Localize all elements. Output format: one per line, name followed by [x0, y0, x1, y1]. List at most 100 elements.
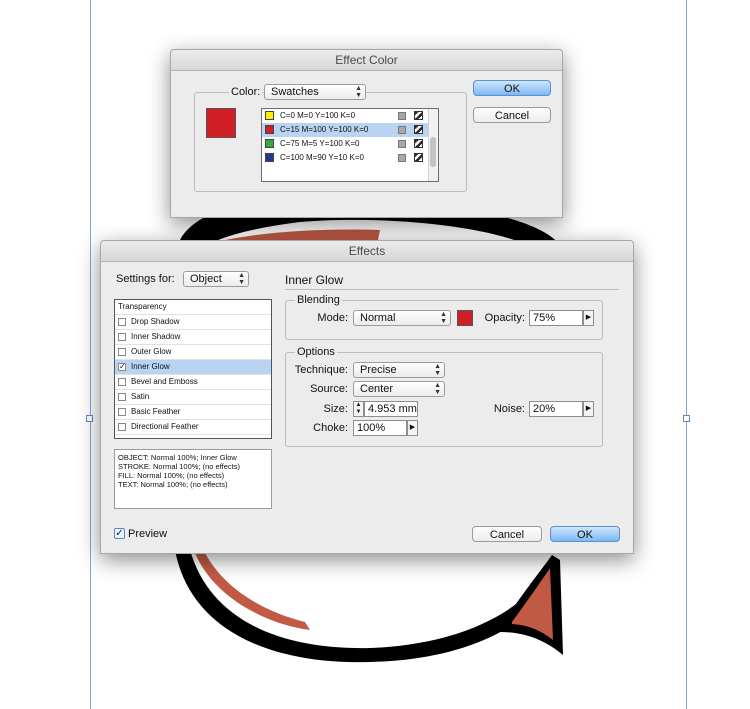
preview-checkbox[interactable]: ✓ [114, 528, 125, 539]
effect-color-cancel-button[interactable]: Cancel [473, 107, 551, 123]
opacity-label: Opacity: [484, 312, 525, 324]
checkmark-icon: ✓ [115, 528, 124, 539]
summary-line: STROKE: Normal 100%; (no effects) [118, 462, 240, 471]
effects-list-header[interactable]: Transparency [115, 300, 271, 315]
color-type-icon [398, 112, 406, 120]
popup-arrows-icon: ▲ ▼ [355, 85, 362, 99]
choke-arrow-icon[interactable]: ▶ [407, 420, 418, 436]
effect-item[interactable]: Directional Feather [115, 420, 271, 435]
artwork-bowl[interactable] [175, 550, 560, 663]
size-field[interactable]: 4.953 mm [364, 401, 418, 417]
swatch-scrollbar[interactable] [428, 109, 438, 181]
effect-label: Bevel and Emboss [131, 377, 198, 386]
effect-color-ok-button[interactable]: OK [473, 80, 551, 96]
effect-label: Gradient Feather [131, 435, 191, 438]
effect-checkbox[interactable]: ✓ [118, 363, 126, 371]
effect-item[interactable]: Inner Shadow [115, 330, 271, 345]
choke-label: Choke: [313, 422, 348, 434]
swatch-row[interactable]: C=0 M=0 Y=100 K=0 [262, 109, 438, 123]
effect-item[interactable]: Bevel and Emboss [115, 375, 271, 390]
color-type-icon [398, 154, 406, 162]
mode-popup[interactable]: Normal ▲ ▼ [353, 310, 451, 326]
effect-checkbox[interactable] [118, 348, 126, 356]
effect-checkbox[interactable] [118, 393, 126, 401]
summary-line: FILL: Normal 100%; (no effects) [118, 471, 225, 480]
effects-dialog: Effects Settings for: Object ▲ ▼ Transpar… [100, 240, 634, 554]
noise-field[interactable]: 20% [529, 401, 583, 417]
swatch-row[interactable]: C=15 M=100 Y=100 K=0 [262, 123, 438, 137]
effect-checkbox[interactable] [118, 438, 126, 439]
color-mode-icon [414, 139, 423, 148]
settings-for-value: Object [190, 273, 222, 285]
popup-arrows-icon: ▲ ▼ [238, 272, 245, 286]
size-label: Size: [323, 403, 348, 415]
settings-for-label: Settings for: [116, 273, 175, 285]
summary-line: TEXT: Normal 100%; (no effects) [118, 480, 228, 489]
popup-arrows-icon: ▲ ▼ [434, 382, 441, 396]
popup-arrows-icon: ▲ ▼ [440, 311, 447, 325]
options-legend: Options [295, 346, 337, 358]
technique-popup[interactable]: Precise ▲ ▼ [353, 362, 445, 378]
swatch-name: C=100 M=90 Y=10 K=0 [280, 153, 364, 162]
technique-label: Technique: [294, 364, 348, 376]
effect-item[interactable]: Outer Glow [115, 345, 271, 360]
effect-item[interactable]: Basic Feather [115, 405, 271, 420]
effect-item[interactable]: Gradient Feather [115, 435, 271, 439]
effect-checkbox[interactable] [118, 423, 126, 431]
color-mode-value: Swatches [271, 86, 319, 98]
color-mode-popup[interactable]: Swatches ▲ ▼ [264, 84, 366, 100]
glow-color-swatch[interactable] [457, 310, 473, 326]
effect-checkbox[interactable] [118, 378, 126, 386]
effects-summary: OBJECT: Normal 100%; Inner Glow STROKE: N… [114, 449, 272, 509]
opacity-field[interactable]: 75% [529, 310, 583, 326]
noise-arrow-icon[interactable]: ▶ [583, 401, 594, 417]
effect-label: Directional Feather [131, 422, 199, 431]
effect-item[interactable]: Satin [115, 390, 271, 405]
effect-color-title: Effect Color [171, 50, 562, 71]
scrollbar-thumb[interactable] [430, 137, 436, 167]
swatch-list[interactable]: C=0 M=0 Y=100 K=0 C=15 M=100 Y=100 K=0 C=7… [261, 108, 439, 182]
effect-item[interactable]: Drop Shadow [115, 315, 271, 330]
swatch-chip [265, 153, 274, 162]
effect-label: Inner Glow [131, 362, 170, 371]
noise-label: Noise: [493, 403, 525, 415]
section-divider [285, 289, 619, 290]
preview-label[interactable]: Preview [128, 528, 167, 540]
effect-checkbox[interactable] [118, 333, 126, 341]
popup-arrows-icon: ▲ ▼ [434, 363, 441, 377]
effect-checkbox[interactable] [118, 408, 126, 416]
size-stepper-icon[interactable]: ▲ ▼ [353, 401, 364, 417]
settings-for-popup[interactable]: Object ▲ ▼ [183, 271, 249, 287]
source-label: Source: [310, 383, 348, 395]
swatch-name: C=0 M=0 Y=100 K=0 [280, 111, 356, 120]
effect-label: Drop Shadow [131, 317, 180, 326]
effect-checkbox[interactable] [118, 318, 126, 326]
effect-item[interactable]: ✓ Inner Glow [115, 360, 271, 375]
mode-value: Normal [360, 312, 396, 324]
color-type-icon [398, 140, 406, 148]
technique-value: Precise [360, 364, 397, 376]
effects-list[interactable]: Transparency Drop Shadow Inner Shadow Oute… [114, 299, 272, 439]
section-title: Inner Glow [285, 273, 344, 287]
opacity-arrow-icon[interactable]: ▶ [583, 310, 594, 326]
effects-ok-button[interactable]: OK [550, 526, 620, 542]
effects-cancel-button[interactable]: Cancel [472, 526, 542, 542]
source-popup[interactable]: Center ▲ ▼ [353, 381, 445, 397]
swatch-chip [265, 139, 274, 148]
effect-label: Satin [131, 392, 150, 401]
color-preview-swatch [206, 108, 236, 138]
swatch-row[interactable]: C=100 M=90 Y=10 K=0 [262, 151, 438, 165]
color-mode-icon [414, 125, 423, 134]
effect-label: Inner Shadow [131, 332, 181, 341]
swatch-row[interactable]: C=75 M=5 Y=100 K=0 [262, 137, 438, 151]
swatch-chip [265, 111, 274, 120]
choke-field[interactable]: 100% [353, 420, 407, 436]
artwork-bowl-inner [195, 553, 310, 630]
swatch-chip [265, 125, 274, 134]
effects-title: Effects [101, 241, 633, 262]
color-type-icon [398, 126, 406, 134]
mode-label: Mode: [317, 312, 348, 324]
source-value: Center [360, 383, 394, 395]
effect-label: Outer Glow [131, 347, 172, 356]
color-label: Color: [229, 86, 263, 98]
